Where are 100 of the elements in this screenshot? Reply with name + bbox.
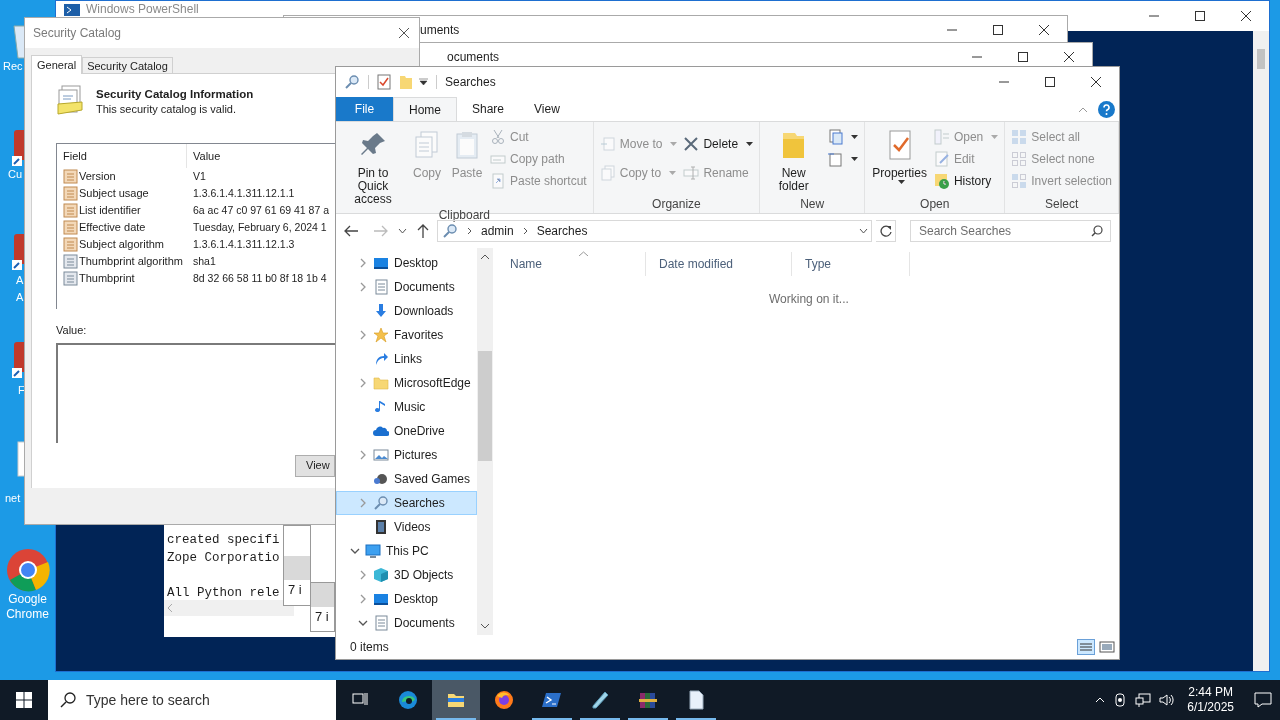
scrollbar-thumb[interactable] [478,351,492,461]
collapse-ribbon-icon[interactable] [1078,107,1088,113]
column-header[interactable]: Value [187,147,221,165]
speaker-icon[interactable] [1159,693,1176,707]
ribbon-tab[interactable]: Share [457,97,520,121]
magnifier-icon[interactable] [344,74,360,90]
field-label: Value: [56,323,88,338]
tree-item[interactable]: Music [336,395,477,419]
column-header[interactable]: Name [497,252,646,276]
refresh-button[interactable] [876,220,896,242]
tree-item[interactable]: Videos [336,515,477,539]
text-line: created specifi [167,532,280,549]
chevron-down-icon[interactable] [859,228,869,234]
ribbon-button[interactable]: Delete [681,133,756,155]
tree-item[interactable]: Documents [336,611,477,635]
search-icon [1091,225,1103,237]
window-title: Searches [445,74,496,91]
caret-icon [851,135,859,139]
file-menu-button[interactable]: File [336,97,393,121]
search-field[interactable]: Search Searches [910,220,1111,242]
tree-item[interactable]: OneDrive [336,419,477,443]
up-arrow-icon[interactable] [417,224,429,238]
new-item-icon [827,129,844,145]
edge-icon [398,690,418,710]
monitor-icon [365,543,381,559]
status-message: Working on it... [769,291,849,308]
window-title: Windows PowerShell [86,2,199,16]
tree-item[interactable]: Saved Games [336,467,477,491]
network-icon[interactable] [1135,693,1152,707]
address-bar[interactable]: admin Searches [437,220,873,242]
tree-item[interactable]: Links [336,347,477,371]
tree-item[interactable]: MicrosoftEdge [336,371,477,395]
pen-icon [590,690,610,710]
game-piece-icon [373,471,389,487]
ribbon-tab[interactable]: Home [393,97,457,121]
caret-icon [669,171,677,175]
close-icon [1064,51,1074,62]
icon-label: Chrome [6,607,49,622]
tree-item[interactable]: Favorites [336,323,477,347]
firefox-icon [494,690,514,710]
ribbon-tab[interactable]: View [519,97,575,121]
select-all-icon [1011,129,1028,145]
ribbon-button[interactable]: Properties [869,125,930,195]
group-label: Open [919,196,951,213]
search-box[interactable]: Type here to search [48,680,336,720]
rename-icon [683,165,700,181]
tree-item[interactable]: Searches [336,491,477,515]
scrollbar[interactable] [477,248,493,635]
tree-item[interactable]: Downloads [336,299,477,323]
magnifier-icon [442,223,458,239]
ribbon-button[interactable]: Pin to Quick access [340,125,406,206]
windows-logo-icon [16,692,32,708]
tree-item[interactable]: 3D Objects [336,563,477,587]
open-icon [933,129,950,145]
icon-label: Google [8,592,47,607]
value-box[interactable] [56,342,335,443]
table-cell-text: Effective date [79,220,146,236]
scrollbar[interactable] [164,600,294,616]
ribbon-button[interactable]: New folder [764,125,824,195]
large-icons-view-icon[interactable] [1099,640,1115,654]
chevron-up-icon[interactable] [1095,697,1106,703]
network-device-icon[interactable] [1113,693,1128,707]
details-view-icon[interactable] [1077,639,1095,655]
attribute-icon [63,220,78,235]
desktop-icon [373,255,389,271]
checklist-icon[interactable] [377,74,391,90]
column-header[interactable]: Date modified [646,252,792,276]
breadcrumb[interactable]: Searches [536,222,588,240]
column-header[interactable]: Type [792,252,910,276]
search-icon [60,692,76,708]
group-label: Organize [651,196,702,213]
caret-icon[interactable] [419,78,428,86]
breadcrumb[interactable]: admin [481,222,514,240]
status-text: This security catalog is valid. [96,102,237,116]
back-arrow-icon[interactable] [344,225,358,237]
tree-item[interactable]: This PC [336,539,477,563]
text-line: Zope Corporatio [167,550,280,567]
table-cell-text: 6a ac 47 c0 97 61 69 41 87 a [192,202,330,218]
tab[interactable]: General [31,55,83,74]
notification-icon[interactable] [1254,692,1272,708]
clock[interactable]: 2:44 PM 6/1/2025 [1187,685,1234,715]
icon-label: net [5,491,21,506]
film-icon [373,519,389,535]
ribbon-button[interactable]: History [931,170,1001,192]
tree-item[interactable]: Pictures [336,443,477,467]
cube-icon [373,567,389,583]
chevron-down-icon[interactable] [398,228,407,234]
help-icon[interactable] [1098,101,1115,118]
column-header[interactable]: Field [57,144,187,168]
dialog-title: Security Catalog [33,25,122,42]
window-title: uments [420,21,460,39]
tree-item[interactable]: Desktop [336,251,477,275]
tree-item[interactable]: Documents [336,275,477,299]
table-cell-text: Tuesday, February 6, 2024 1 [192,219,327,235]
desktop-icon [373,591,389,607]
group-label: Select [1043,196,1080,213]
chrome-icon[interactable] [5,548,50,592]
tree-item[interactable]: Desktop [336,587,477,611]
scrollbar[interactable] [1253,31,1269,671]
view-button[interactable]: View [295,454,335,477]
